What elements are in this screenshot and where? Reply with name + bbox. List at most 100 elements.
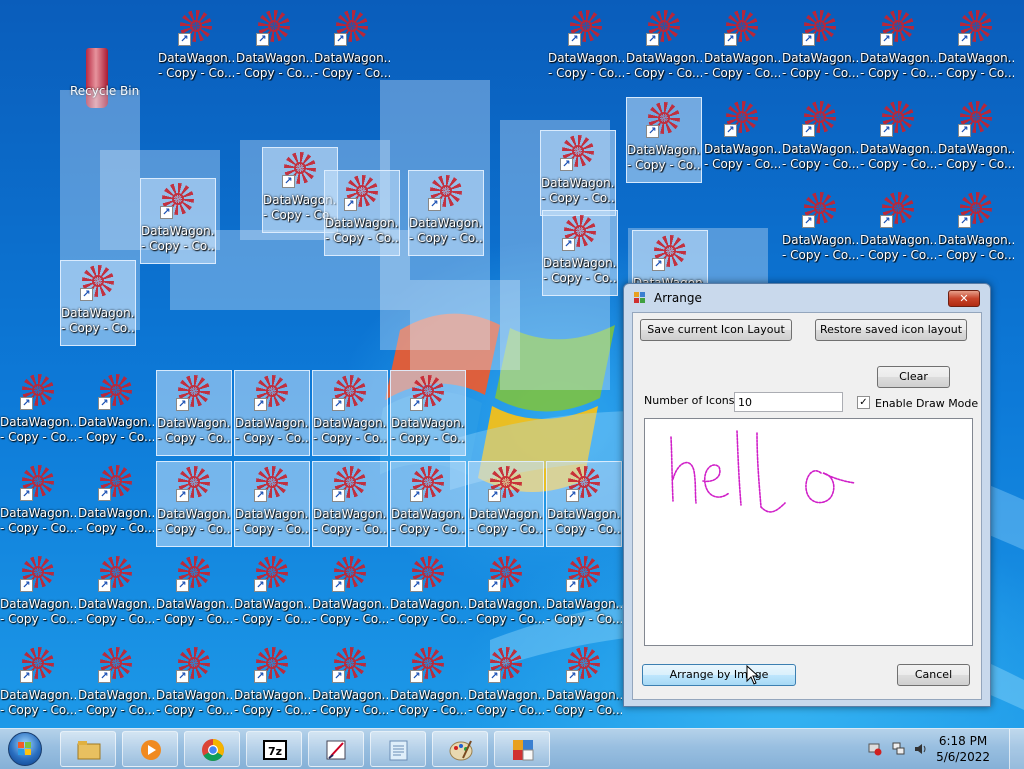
arrange-window[interactable]: Arrange ✕ Save current Icon Layout Resto…	[623, 283, 991, 707]
desktop-icon-datawagon[interactable]: ↗ DataWagon...- Copy - Co...	[312, 643, 388, 728]
desktop-icon-datawagon[interactable]: ↗ DataWagon...- Copy - Co...	[234, 643, 310, 728]
taskbar-paint[interactable]	[432, 731, 488, 767]
cancel-button[interactable]: Cancel	[897, 664, 970, 686]
desktop-icon-datawagon[interactable]: ↗ DataWagon...- Copy - Co...	[542, 210, 618, 296]
desktop-icon-datawagon[interactable]: ↗ DataWagon...- Copy - Co...	[408, 170, 484, 256]
datawagon-icon: ↗	[256, 10, 292, 46]
desktop-icon-datawagon[interactable]: ↗ DataWagon...- Copy - Co...	[468, 643, 544, 728]
desktop-icon-datawagon[interactable]: ↗ DataWagon...- Copy - Co...	[0, 643, 76, 728]
datawagon-icon: ↗	[176, 647, 212, 683]
desktop-icon-datawagon[interactable]: ↗ DataWagon...- Copy - Co...	[60, 260, 136, 346]
desktop-icon-datawagon[interactable]: ↗ DataWagon...- Copy - Co...	[548, 6, 624, 92]
title-bar[interactable]: Arrange ✕	[624, 284, 990, 312]
desktop-icon-datawagon[interactable]: ↗ DataWagon...- Copy - Co...	[782, 188, 858, 274]
start-button[interactable]	[4, 731, 48, 767]
desktop-icon-datawagon[interactable]: ↗ DataWagon...- Copy - Co...	[704, 6, 780, 92]
desktop-icon-datawagon[interactable]: ↗ DataWagon...- Copy - Co...	[234, 552, 310, 638]
restore-layout-button[interactable]: Restore saved icon layout	[815, 319, 967, 341]
desktop-icon-datawagon[interactable]: ↗ DataWagon...- Copy - Co...	[860, 188, 936, 274]
desktop-icon-datawagon[interactable]: ↗ DataWagon...- Copy - Co...	[312, 552, 388, 638]
desktop-icon-datawagon[interactable]: ↗ DataWagon...- Copy - Co...	[626, 97, 702, 183]
desktop-icon-datawagon[interactable]: ↗ DataWagon...- Copy - Co...	[860, 6, 936, 92]
arrange-by-image-button[interactable]: Arrange by Image	[642, 664, 796, 686]
close-button[interactable]: ✕	[948, 290, 980, 307]
desktop-icon-datawagon[interactable]: ↗ DataWagon...- Copy - Co...	[0, 552, 76, 638]
taskbar-media-player[interactable]	[122, 731, 178, 767]
desktop-icon-datawagon[interactable]: ↗ DataWagon...- Copy - Co...	[156, 370, 232, 456]
datawagon-icon: ↗	[802, 10, 838, 46]
taskbar-editor[interactable]	[308, 731, 364, 767]
desktop-icon-datawagon[interactable]: ↗ DataWagon...- Copy - Co...	[860, 97, 936, 183]
desktop-icon-datawagon[interactable]: ↗ DataWagon...- Copy - Co...	[938, 97, 1014, 183]
desktop-icon-datawagon[interactable]: ↗ DataWagon...- Copy - Co...	[938, 188, 1014, 274]
icon-label-line1: DataWagon...	[390, 597, 466, 611]
shortcut-arrow-icon: ↗	[176, 670, 189, 683]
desktop-icon-datawagon[interactable]: ↗ DataWagon...- Copy - Co...	[0, 461, 76, 547]
network-warning-icon[interactable]	[868, 742, 882, 756]
desktop-icon-datawagon[interactable]: ↗ DataWagon...- Copy - Co...	[782, 6, 858, 92]
desktop-icon-datawagon[interactable]: ↗ DataWagon...- Copy - Co...	[0, 370, 76, 456]
taskbar-explorer[interactable]	[60, 731, 116, 767]
desktop-icon-datawagon[interactable]: ↗ DataWagon...- Copy - Co...	[468, 552, 544, 638]
network-icon[interactable]	[892, 742, 906, 756]
shortcut-arrow-icon: ↗	[176, 398, 189, 411]
icon-label-line1: DataWagon...	[468, 688, 544, 702]
shortcut-arrow-icon: ↗	[566, 670, 579, 683]
datawagon-icon: ↗	[568, 10, 604, 46]
desktop-icon-datawagon[interactable]: ↗ DataWagon...- Copy - Co...	[390, 643, 466, 728]
desktop-icon-datawagon[interactable]: ↗ DataWagon...- Copy - Co...	[156, 643, 232, 728]
draw-mode-checkbox[interactable]: ✓	[857, 396, 870, 409]
desktop-icon-datawagon[interactable]: ↗ DataWagon...- Copy - Co...	[390, 370, 466, 456]
desktop-icon-datawagon[interactable]: ↗ DataWagon...- Copy - Co...	[626, 6, 702, 92]
desktop-icon-datawagon[interactable]: ↗ DataWagon...- Copy - Co...	[782, 97, 858, 183]
clock[interactable]: 6:18 PM 5/6/2022	[936, 733, 990, 765]
desktop-icon-datawagon[interactable]: ↗ DataWagon...- Copy - Co...	[78, 643, 154, 728]
icon-label-line1: DataWagon...	[938, 51, 1014, 65]
desktop-icon-datawagon[interactable]: ↗ DataWagon...- Copy - Co...	[78, 370, 154, 456]
desktop-icon-datawagon[interactable]: ↗ DataWagon...- Copy - Co...	[312, 370, 388, 456]
desktop-icon-datawagon[interactable]: ↗ DataWagon...- Copy - Co...	[324, 170, 400, 256]
desktop-icon-datawagon[interactable]: ↗ DataWagon...- Copy - Co...	[704, 97, 780, 183]
datawagon-icon: ↗	[724, 101, 760, 137]
save-layout-button[interactable]: Save current Icon Layout	[640, 319, 792, 341]
taskbar-7zip[interactable]: 7z	[246, 731, 302, 767]
icon-label-line1: DataWagon...	[546, 597, 622, 611]
desktop-icon-datawagon[interactable]: ↗ DataWagon...- Copy - Co...	[236, 6, 312, 92]
desktop-icon-datawagon[interactable]: ↗ DataWagon...- Copy - Co...	[156, 461, 232, 547]
shortcut-arrow-icon: ↗	[98, 670, 111, 683]
desktop-icon-datawagon[interactable]: ↗ DataWagon...- Copy - Co...	[546, 643, 622, 728]
desktop-icon-datawagon[interactable]: ↗ DataWagon...- Copy - Co...	[234, 461, 310, 547]
desktop-icon-datawagon[interactable]: ↗ DataWagon...- Copy - Co...	[540, 130, 616, 216]
taskbar-chrome[interactable]	[184, 731, 240, 767]
desktop-icon-datawagon[interactable]: ↗ DataWagon...- Copy - Co...	[938, 6, 1014, 92]
desktop-icon-datawagon[interactable]: ↗ DataWagon...- Copy - Co...	[312, 461, 388, 547]
draw-mode-label[interactable]: Enable Draw Mode	[875, 397, 978, 410]
volume-icon[interactable]	[914, 742, 928, 756]
desktop-icon-datawagon[interactable]: ↗ DataWagon...- Copy - Co...	[390, 552, 466, 638]
desktop-icon-datawagon[interactable]: ↗ DataWagon...- Copy - Co...	[78, 461, 154, 547]
desktop-icon-datawagon[interactable]: ↗ DataWagon...- Copy - Co...	[390, 461, 466, 547]
desktop-icon-datawagon[interactable]: ↗ DataWagon...- Copy - Co...	[546, 552, 622, 638]
taskbar-arrange[interactable]	[494, 731, 550, 767]
desktop-icon-datawagon[interactable]: ↗ DataWagon...- Copy - Co...	[546, 461, 622, 547]
show-desktop-button[interactable]	[1009, 729, 1024, 769]
desktop-icon-datawagon[interactable]: ↗ DataWagon...- Copy - Co...	[234, 370, 310, 456]
window-client: Save current Icon Layout Restore saved i…	[632, 312, 982, 700]
desktop-icon-datawagon[interactable]: ↗ DataWagon...- Copy - Co...	[158, 6, 234, 92]
icon-label-line2: - Copy - Co...	[0, 703, 76, 717]
datawagon-icon: ↗	[488, 556, 524, 592]
notepad-icon	[389, 740, 408, 761]
datawagon-icon: ↗	[428, 175, 464, 211]
drawing-canvas[interactable]	[644, 418, 973, 646]
icon-label-line1: DataWagon...	[78, 415, 154, 429]
number-of-icons-input[interactable]: 10	[734, 392, 843, 412]
desktop-icon-datawagon[interactable]: ↗ DataWagon...- Copy - Co...	[468, 461, 544, 547]
desktop-icon-datawagon[interactable]: ↗ DataWagon...- Copy - Co...	[140, 178, 216, 264]
clear-button[interactable]: Clear	[877, 366, 950, 388]
icon-label-line2: - Copy - Co...	[78, 612, 154, 626]
desktop-icon-datawagon[interactable]: ↗ DataWagon...- Copy - Co...	[156, 552, 232, 638]
desktop-icon-datawagon[interactable]: ↗ DataWagon...- Copy - Co...	[78, 552, 154, 638]
shortcut-arrow-icon: ↗	[20, 397, 33, 410]
desktop-icon-datawagon[interactable]: ↗ DataWagon...- Copy - Co...	[314, 6, 390, 92]
taskbar-notepad[interactable]	[370, 731, 426, 767]
